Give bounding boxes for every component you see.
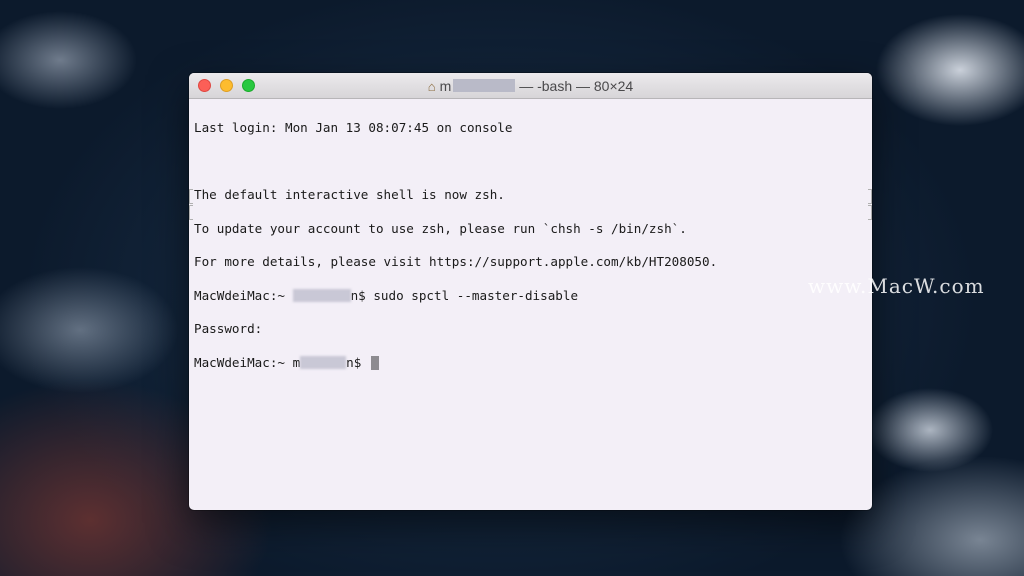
prompt-host: MacWdeiMac:~ [194, 287, 293, 303]
command-text: $ sudo spctl --master-disable [358, 287, 579, 303]
home-icon: ⌂ [427, 79, 436, 94]
title-text: — -bash — 80×24 [515, 78, 634, 94]
terminal-line: The default interactive shell is now zsh… [194, 186, 505, 202]
terminal-line: To update your account to use zsh, pleas… [194, 220, 687, 236]
watermark: www.MacW.com [808, 274, 985, 298]
redacted-username [292, 288, 351, 302]
text-cursor [370, 355, 379, 370]
password-prompt: Password: [194, 321, 263, 337]
redacted-username [453, 79, 516, 92]
prompt-user-end: n [346, 354, 354, 370]
prompt-user-start: m [292, 354, 301, 370]
terminal-output[interactable]: Last login: Mon Jan 13 08:07:45 on conso… [189, 99, 872, 409]
mark-bracket [868, 189, 872, 204]
prompt-symbol: $ [353, 354, 369, 370]
terminal-line: For more details, please visit https://s… [194, 254, 718, 270]
mark-bracket [189, 189, 193, 204]
terminal-line: Last login: Mon Jan 13 08:07:45 on conso… [194, 119, 513, 135]
mark-bracket [868, 205, 872, 220]
terminal-window[interactable]: ⌂ m — -bash — 80×24 Last login: Mon Jan 1… [189, 73, 872, 510]
terminal-line-prompt: MacWdeiMac:~ m n$ [194, 355, 867, 372]
redacted-username [300, 355, 347, 369]
title-bar[interactable]: ⌂ m — -bash — 80×24 [189, 73, 872, 99]
terminal-line-password: Password: [194, 321, 867, 338]
prompt-host: MacWdeiMac:~ [194, 354, 293, 370]
window-title: ⌂ m — -bash — 80×24 [189, 78, 872, 94]
terminal-line-command: MacWdeiMac:~ n$ sudo spctl --master-disa… [194, 288, 867, 305]
title-user: m [439, 78, 452, 94]
mark-bracket [189, 205, 193, 220]
